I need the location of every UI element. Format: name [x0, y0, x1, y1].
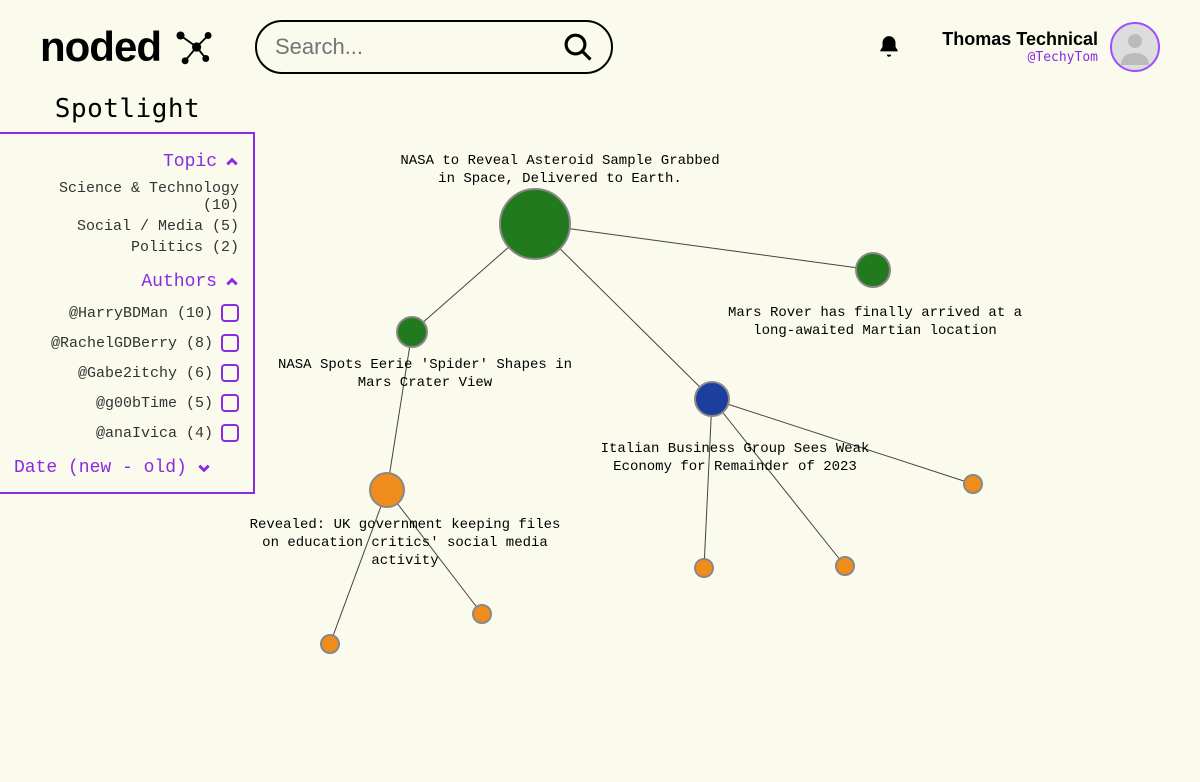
author-checkbox[interactable]: [221, 304, 239, 322]
header: noded Thomas Technical @TechyTom: [0, 0, 1200, 84]
graph-node-label: Mars Rover has finally arrived at a long…: [715, 304, 1035, 340]
user-display-name: Thomas Technical: [942, 29, 1098, 50]
author-item[interactable]: @anaIvica (4): [14, 424, 239, 442]
search-input[interactable]: [275, 34, 563, 60]
topic-list: Science & Technology (10) Social / Media…: [14, 180, 239, 256]
author-item[interactable]: @HarryBDMan (10): [14, 304, 239, 322]
topic-item[interactable]: Science & Technology (10): [14, 180, 239, 214]
graph-node[interactable]: [320, 634, 340, 654]
graph-edges: [255, 84, 1200, 744]
chevron-up-icon: [225, 275, 239, 289]
graph-node-label: Italian Business Group Sees Weak Economy…: [585, 440, 885, 476]
search-bar[interactable]: [255, 20, 613, 74]
search-icon[interactable]: [563, 32, 593, 62]
logo[interactable]: noded: [40, 23, 215, 71]
topic-item[interactable]: Social / Media (5): [14, 218, 239, 235]
sidebar: Spotlight Topic Science & Technology (10…: [0, 84, 255, 744]
graph-node[interactable]: [694, 381, 730, 417]
filter-panel: Topic Science & Technology (10) Social /…: [0, 132, 255, 494]
user-handle: @TechyTom: [942, 50, 1098, 65]
author-checkbox[interactable]: [221, 334, 239, 352]
brand-name: noded: [40, 23, 161, 71]
author-checkbox[interactable]: [221, 394, 239, 412]
graph-node[interactable]: [472, 604, 492, 624]
graph-node[interactable]: [694, 558, 714, 578]
graph-node[interactable]: [396, 316, 428, 348]
graph-node[interactable]: [499, 188, 571, 260]
notifications-icon[interactable]: [876, 34, 902, 60]
graph-canvas[interactable]: NASA to Reveal Asteroid Sample Grabbed i…: [255, 84, 1200, 744]
graph-node-label: NASA to Reveal Asteroid Sample Grabbed i…: [400, 152, 720, 188]
graph-node[interactable]: [369, 472, 405, 508]
author-checkbox[interactable]: [221, 424, 239, 442]
graph-node-label: Revealed: UK government keeping files on…: [245, 516, 565, 571]
authors-heading[interactable]: Authors: [14, 272, 239, 292]
author-item[interactable]: @Gabe2itchy (6): [14, 364, 239, 382]
sidebar-title: Spotlight: [0, 94, 255, 124]
date-sort-toggle[interactable]: Date (new - old): [14, 458, 239, 478]
author-item[interactable]: @g00bTime (5): [14, 394, 239, 412]
chevron-up-icon: [225, 155, 239, 169]
graph-node[interactable]: [963, 474, 983, 494]
graph-node[interactable]: [835, 556, 855, 576]
graph-node[interactable]: [855, 252, 891, 288]
graph-node-label: NASA Spots Eerie 'Spider' Shapes in Mars…: [275, 356, 575, 392]
chevron-down-icon: [197, 461, 211, 475]
author-item[interactable]: @RachelGDBerry (8): [14, 334, 239, 352]
topic-heading[interactable]: Topic: [14, 152, 239, 172]
author-list: @HarryBDMan (10) @RachelGDBerry (8) @Gab…: [14, 304, 239, 442]
author-checkbox[interactable]: [221, 364, 239, 382]
nodes-logo-icon: [169, 24, 215, 70]
avatar-placeholder-icon: [1115, 27, 1155, 67]
user-menu[interactable]: Thomas Technical @TechyTom: [942, 22, 1160, 72]
avatar[interactable]: [1110, 22, 1160, 72]
topic-item[interactable]: Politics (2): [14, 239, 239, 256]
